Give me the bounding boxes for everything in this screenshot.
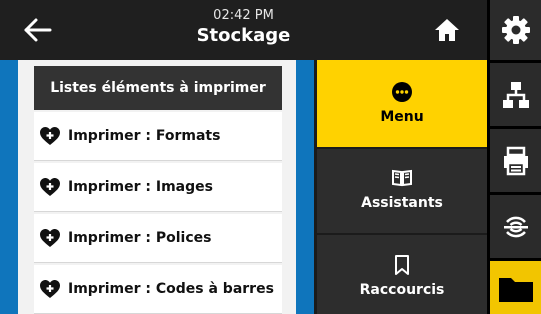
- context-menu: Menu Assistants Raccourcis: [314, 60, 487, 314]
- sidebar-item-printer[interactable]: [490, 129, 541, 192]
- shortcuts-button-label: Raccourcis: [359, 282, 445, 298]
- sidebar-item-sensor[interactable]: [490, 195, 541, 258]
- favorite-heart-icon[interactable]: [39, 177, 61, 197]
- list-item-label: Imprimer : Codes à barres: [68, 281, 274, 297]
- list-item-label: Imprimer : Formats: [68, 128, 221, 144]
- bookmark-icon: [395, 255, 409, 275]
- page-title: Stockage: [196, 25, 291, 46]
- sidebar-item-storage[interactable]: [490, 261, 541, 314]
- wireless-sensor-icon: [503, 216, 528, 237]
- list-item-print-barcodes[interactable]: Imprimer : Codes à barres: [34, 265, 282, 314]
- folder-icon: [498, 277, 533, 302]
- print-list: Listes éléments à imprimer Imprimer : Fo…: [34, 66, 282, 314]
- menu-button-label: Menu: [380, 109, 424, 125]
- list-scroll-track-left: [0, 60, 18, 314]
- book-icon: [392, 169, 412, 187]
- settings-sidebar: [487, 0, 541, 314]
- sidebar-item-settings[interactable]: [490, 0, 541, 60]
- printer-icon: [503, 146, 528, 175]
- screen: 02:42 PM Stockage Listes éléments à impr…: [0, 0, 541, 314]
- favorite-heart-icon[interactable]: [39, 279, 61, 299]
- list-item-print-images[interactable]: Imprimer : Images: [34, 163, 282, 212]
- sidebar-item-network[interactable]: [490, 63, 541, 126]
- wizards-button[interactable]: Assistants: [317, 149, 487, 233]
- network-icon: [502, 81, 529, 108]
- list-item-print-formats[interactable]: Imprimer : Formats: [34, 112, 282, 161]
- list-scroll-track-right[interactable]: [296, 60, 314, 314]
- dots-menu-icon: [392, 82, 412, 102]
- list-item-label: Imprimer : Images: [68, 179, 213, 195]
- menu-button[interactable]: Menu: [317, 60, 487, 147]
- shortcuts-button[interactable]: Raccourcis: [317, 235, 487, 314]
- favorite-heart-icon[interactable]: [39, 126, 61, 146]
- header-bar: 02:42 PM Stockage: [0, 0, 487, 60]
- list-item-print-fonts[interactable]: Imprimer : Polices: [34, 214, 282, 263]
- favorite-heart-icon[interactable]: [39, 228, 61, 248]
- home-icon[interactable]: [433, 17, 461, 43]
- wizards-button-label: Assistants: [361, 195, 443, 211]
- list-item-label: Imprimer : Polices: [68, 230, 212, 246]
- list-heading: Listes éléments à imprimer: [34, 66, 282, 110]
- clock-time: 02:42 PM: [213, 8, 274, 23]
- gear-icon: [501, 16, 530, 44]
